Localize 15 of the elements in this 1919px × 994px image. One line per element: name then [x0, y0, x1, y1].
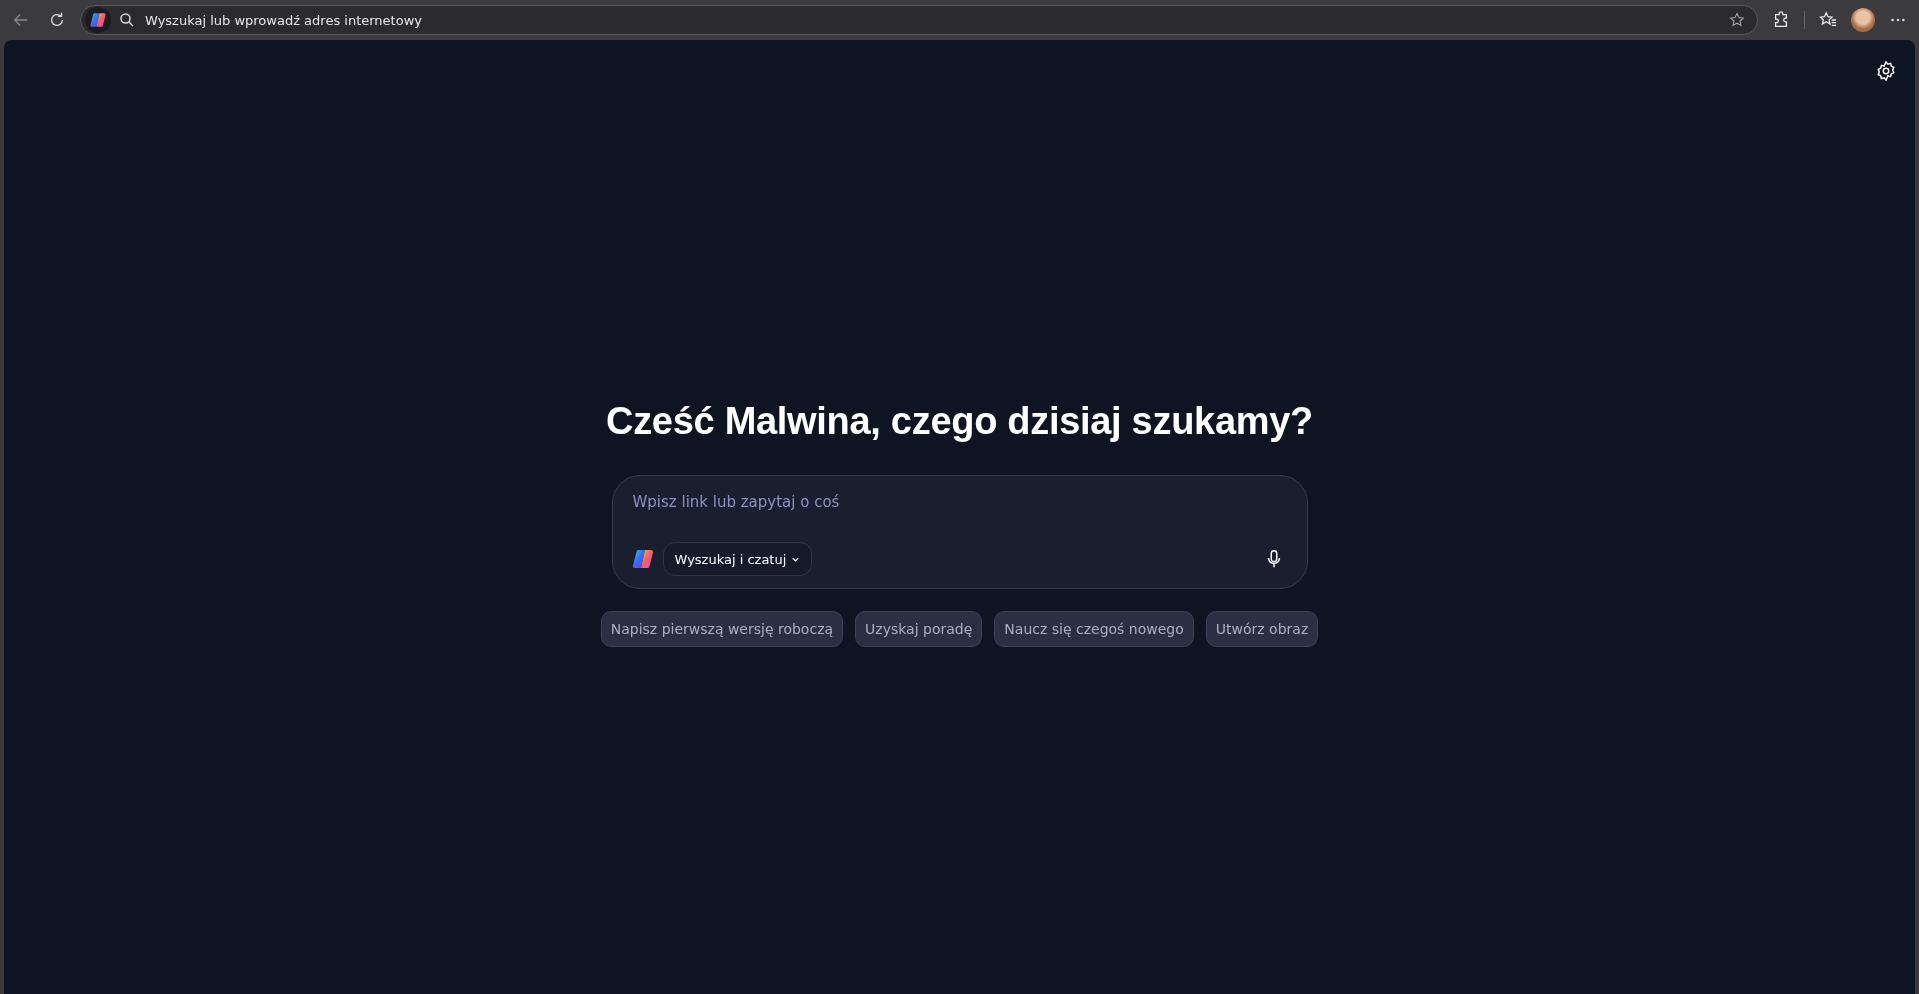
suggestion-chip[interactable]: Uzyskaj poradę	[855, 611, 983, 647]
mode-dropdown[interactable]: Wyszukaj i czatuj	[662, 542, 813, 576]
suggestion-chip[interactable]: Utwórz obraz	[1205, 611, 1319, 647]
profile-avatar[interactable]	[1851, 8, 1875, 32]
star-icon[interactable]	[1729, 12, 1745, 28]
address-bar[interactable]: Wyszukaj lub wprowadź adres internetowy	[80, 5, 1758, 35]
chat-input-box[interactable]: Wpisz link lub zapytaj o coś Wyszukaj i czatuj	[611, 475, 1308, 589]
suggestion-chip[interactable]: Naucz się czegoś nowego	[994, 611, 1194, 647]
search-icon	[119, 12, 135, 28]
colorful-logo-icon	[630, 547, 655, 571]
address-input[interactable]: Wyszukaj lub wprowadź adres internetowy	[143, 11, 1721, 29]
greeting-heading: Cześć Malwina, czego dzisiaj szukamy?	[606, 400, 1313, 443]
colorful-logo-icon	[89, 11, 107, 29]
chat-input[interactable]: Wpisz link lub zapytaj o coś	[630, 492, 1289, 512]
suggestion-chip[interactable]: Napisz pierwszą wersję roboczą	[600, 611, 844, 647]
